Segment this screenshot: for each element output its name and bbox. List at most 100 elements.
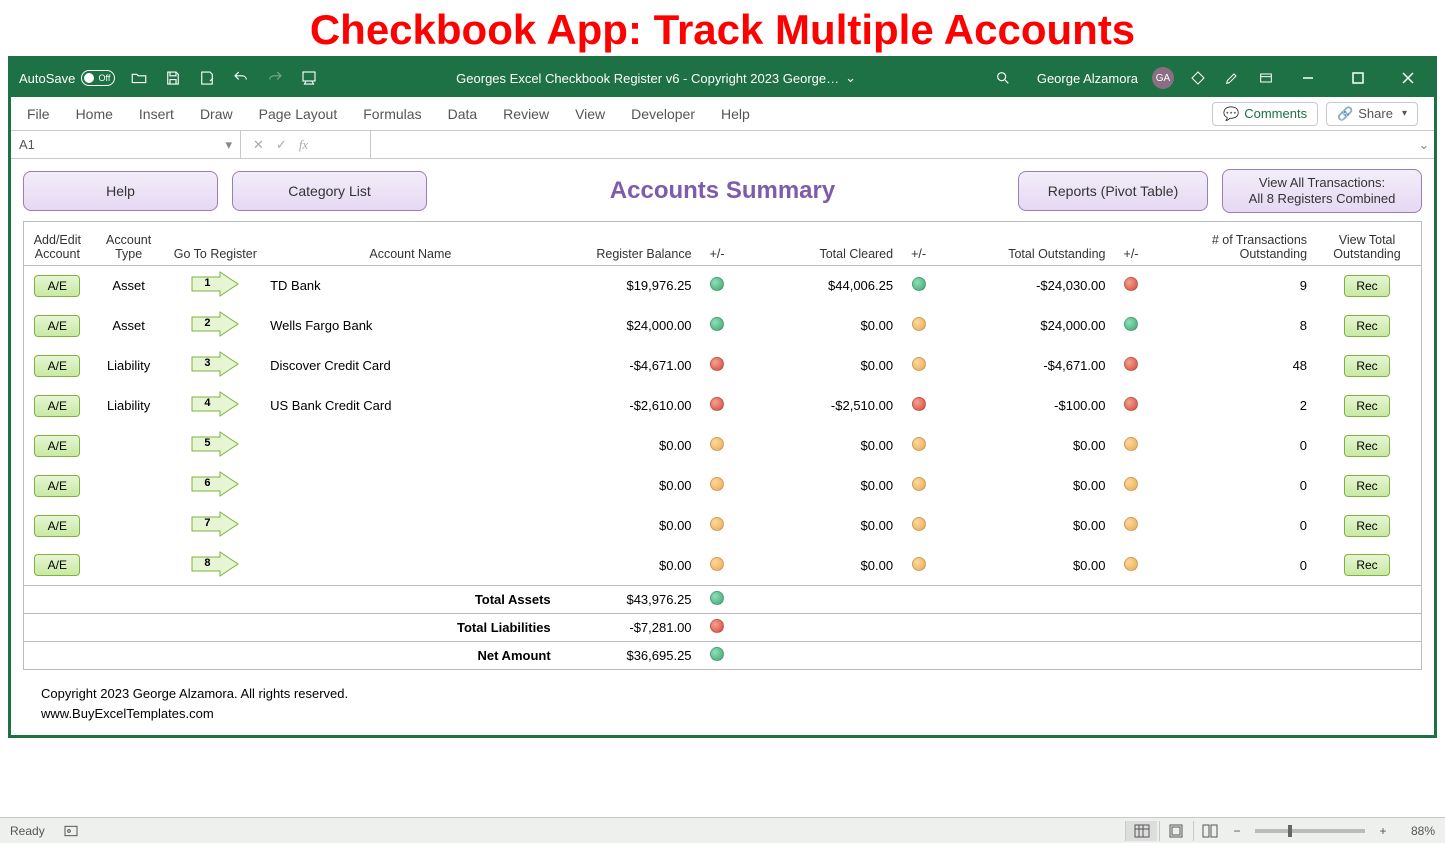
tab-developer[interactable]: Developer <box>631 106 695 122</box>
add-edit-button[interactable]: A/E <box>34 395 80 417</box>
add-edit-button[interactable]: A/E <box>34 435 80 457</box>
maximize-button[interactable] <box>1340 64 1376 92</box>
autosave-switch[interactable]: Off <box>81 70 115 86</box>
category-list-button[interactable]: Category List <box>232 171 427 211</box>
goto-register-button[interactable]: 2 <box>190 311 240 337</box>
view-normal-button[interactable] <box>1125 821 1157 841</box>
account-type-cell: Asset <box>91 306 167 346</box>
autosave-toggle[interactable]: AutoSave Off <box>19 70 115 86</box>
view-page-break-button[interactable] <box>1193 821 1225 841</box>
cleared-indicator-icon <box>912 277 926 291</box>
register-balance-cell: $0.00 <box>557 546 698 586</box>
total-cleared-cell: $0.00 <box>737 426 900 466</box>
document-title[interactable]: Georges Excel Checkbook Register v6 - Co… <box>456 70 856 86</box>
rec-button[interactable]: Rec <box>1344 315 1390 337</box>
goto-register-button[interactable]: 4 <box>190 391 240 417</box>
table-row: A/E Liability 4 US Bank Credit Card -$2,… <box>24 386 1422 426</box>
confirm-icon[interactable]: ✓ <box>276 137 287 153</box>
share-button[interactable]: 🔗Share▾ <box>1326 102 1418 126</box>
zoom-out-button[interactable]: − <box>1227 824 1247 838</box>
search-icon[interactable] <box>993 68 1013 88</box>
total-outstanding-cell: $0.00 <box>938 426 1111 466</box>
total-outstanding-cell: -$24,030.00 <box>938 266 1111 306</box>
name-box[interactable]: A1▾ <box>11 131 241 158</box>
totals-label: Total Liabilities <box>24 614 557 642</box>
avatar[interactable]: GA <box>1152 67 1174 89</box>
tab-draw[interactable]: Draw <box>200 106 233 122</box>
totals-label: Total Assets <box>24 586 557 614</box>
rec-button[interactable]: Rec <box>1344 435 1390 457</box>
zoom-percent[interactable]: 88% <box>1395 824 1435 838</box>
tab-data[interactable]: Data <box>448 106 478 122</box>
account-name-cell: TD Bank <box>264 266 557 306</box>
goto-register-button[interactable]: 1 <box>190 271 240 297</box>
register-balance-cell: $19,976.25 <box>557 266 698 306</box>
tab-insert[interactable]: Insert <box>139 106 174 122</box>
tab-formulas[interactable]: Formulas <box>363 106 421 122</box>
totals-indicator-icon <box>710 591 724 605</box>
goto-register-button[interactable]: 8 <box>190 551 240 577</box>
col-view-total: View Total Outstanding <box>1313 222 1421 266</box>
num-transactions-cell: 2 <box>1150 386 1313 426</box>
goto-register-button[interactable]: 7 <box>190 511 240 537</box>
cancel-icon[interactable]: ✕ <box>253 137 264 153</box>
table-row: A/E 6 $0.00 $0.00 $0.00 0 Rec <box>24 466 1422 506</box>
ribbon-mode-icon[interactable] <box>1256 68 1276 88</box>
minimize-button[interactable] <box>1290 64 1326 92</box>
save-icon[interactable] <box>163 68 183 88</box>
redo-icon[interactable] <box>265 68 285 88</box>
add-edit-button[interactable]: A/E <box>34 355 80 377</box>
table-row: A/E 7 $0.00 $0.00 $0.00 0 Rec <box>24 506 1422 546</box>
undo-icon[interactable] <box>231 68 251 88</box>
zoom-in-button[interactable]: + <box>1373 824 1393 838</box>
sheet-title: Accounts Summary <box>441 177 1004 205</box>
worksheet: Help Category List Accounts Summary Repo… <box>11 159 1434 735</box>
open-icon[interactable] <box>129 68 149 88</box>
ribbon-tabs: File Home Insert Draw Page Layout Formul… <box>11 97 1434 131</box>
tab-page-layout[interactable]: Page Layout <box>259 106 338 122</box>
rec-button[interactable]: Rec <box>1344 275 1390 297</box>
balance-indicator-icon <box>710 517 724 531</box>
accessibility-icon[interactable] <box>61 821 81 841</box>
tab-home[interactable]: Home <box>76 106 113 122</box>
add-edit-button[interactable]: A/E <box>34 315 80 337</box>
add-edit-button[interactable]: A/E <box>34 554 80 576</box>
add-edit-button[interactable]: A/E <box>34 475 80 497</box>
user-name[interactable]: George Alzamora <box>1037 71 1138 86</box>
print-icon[interactable] <box>299 68 319 88</box>
zoom-slider[interactable] <box>1255 829 1365 833</box>
view-all-transactions-button[interactable]: View All Transactions:All 8 Registers Co… <box>1222 169 1422 213</box>
tab-review[interactable]: Review <box>503 106 549 122</box>
account-name-cell: Wells Fargo Bank <box>264 306 557 346</box>
tab-help[interactable]: Help <box>721 106 750 122</box>
fx-icon[interactable]: fx <box>299 137 308 153</box>
close-button[interactable] <box>1390 64 1426 92</box>
tab-view[interactable]: View <box>575 106 605 122</box>
rec-button[interactable]: Rec <box>1344 554 1390 576</box>
comments-button[interactable]: 💬Comments <box>1212 102 1318 126</box>
tab-file[interactable]: File <box>27 106 50 122</box>
add-edit-button[interactable]: A/E <box>34 275 80 297</box>
goto-register-button[interactable]: 3 <box>190 351 240 377</box>
add-edit-button[interactable]: A/E <box>34 515 80 537</box>
rec-button[interactable]: Rec <box>1344 475 1390 497</box>
cleared-indicator-icon <box>912 437 926 451</box>
account-name-cell: Discover Credit Card <box>264 346 557 386</box>
expand-formula-bar[interactable]: ⌄ <box>1414 137 1434 153</box>
goto-register-button[interactable]: 6 <box>190 471 240 497</box>
rec-button[interactable]: Rec <box>1344 355 1390 377</box>
website-line: www.BuyExcelTemplates.com <box>41 704 1404 724</box>
balance-indicator-icon <box>710 357 724 371</box>
rec-button[interactable]: Rec <box>1344 395 1390 417</box>
help-button[interactable]: Help <box>23 171 218 211</box>
pen-icon[interactable] <box>1222 68 1242 88</box>
view-page-layout-button[interactable] <box>1159 821 1191 841</box>
save-as-icon[interactable] <box>197 68 217 88</box>
outstanding-indicator-icon <box>1124 437 1138 451</box>
goto-register-button[interactable]: 5 <box>190 431 240 457</box>
rec-button[interactable]: Rec <box>1344 515 1390 537</box>
account-type-cell: Liability <box>91 386 167 426</box>
total-cleared-cell: $44,006.25 <box>737 266 900 306</box>
diamond-icon[interactable] <box>1188 68 1208 88</box>
reports-button[interactable]: Reports (Pivot Table) <box>1018 171 1208 211</box>
